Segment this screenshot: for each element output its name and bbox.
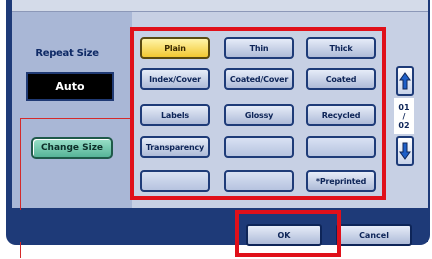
arrow-down-icon	[399, 142, 411, 160]
page-separator: /	[402, 111, 406, 121]
arrow-up-icon[interactable]	[396, 66, 414, 96]
arrow-down-icon[interactable]	[396, 136, 414, 166]
cancel-button[interactable]: Cancel	[336, 224, 412, 246]
page-indicator: 01 / 02	[394, 98, 414, 134]
size-display: Auto	[26, 72, 114, 101]
repeat-size-label: Repeat Size	[35, 48, 99, 59]
total-pages: 02	[398, 120, 410, 130]
top-strip	[12, 0, 428, 12]
ok-highlight-box	[235, 210, 341, 257]
current-page: 01	[398, 102, 410, 112]
arrow-up-icon	[399, 72, 411, 90]
highlight-box	[130, 27, 386, 200]
